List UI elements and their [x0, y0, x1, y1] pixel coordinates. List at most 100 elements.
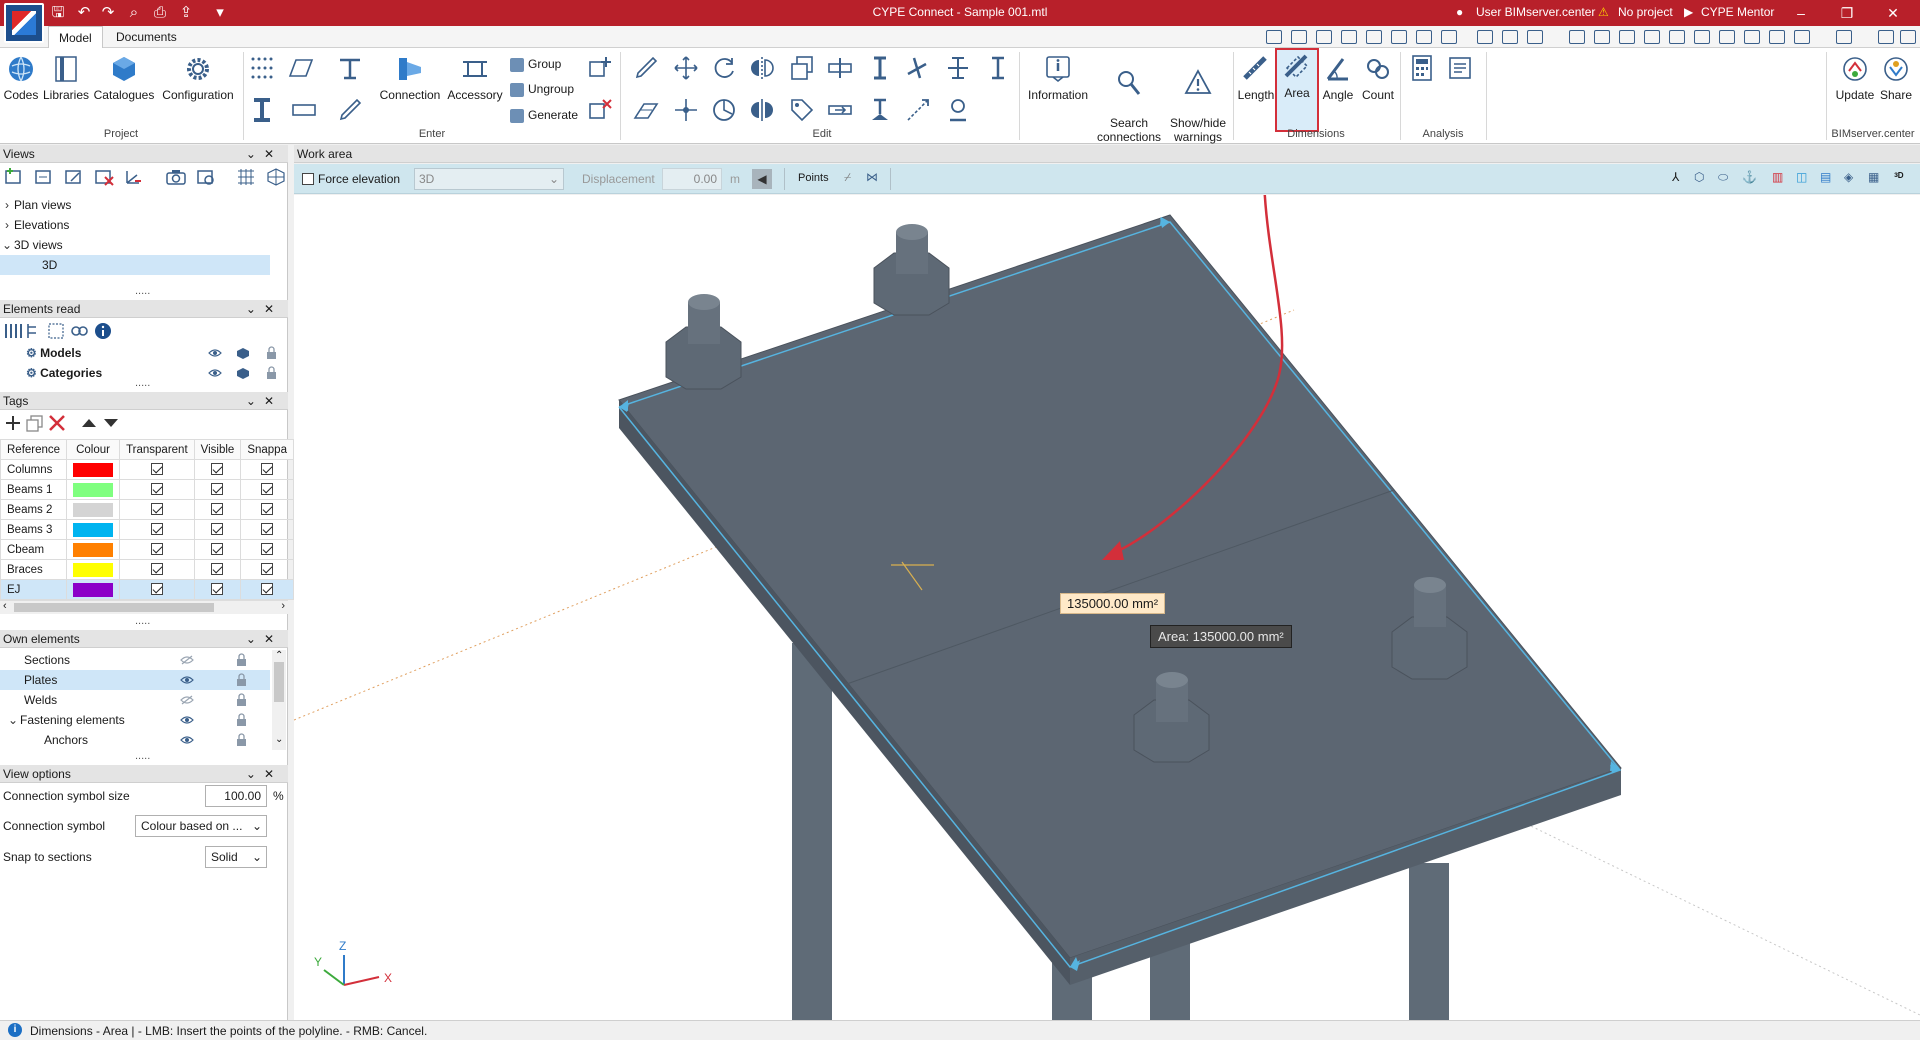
colour-swatch[interactable]	[73, 542, 114, 557]
force-elevation-checkbox[interactable]	[302, 173, 314, 185]
scroll-up-icon[interactable]: ⌃	[275, 650, 283, 661]
resize-handle[interactable]: .....	[135, 615, 150, 627]
edit-pencil-icon[interactable]	[632, 54, 660, 82]
panel-controls[interactable]: ⌄✕	[246, 392, 282, 410]
extend-icon[interactable]	[866, 54, 894, 82]
panel-controls[interactable]: ⌄✕	[246, 630, 282, 648]
angle-button[interactable]: Angle	[1318, 52, 1358, 124]
wireframe-icon[interactable]: ▦	[1868, 170, 1879, 184]
transparent-checkbox[interactable]	[150, 503, 163, 516]
visible-checkbox[interactable]	[211, 563, 224, 576]
rotate-icon[interactable]	[710, 54, 738, 82]
view-tool-icon[interactable]	[1644, 30, 1660, 44]
view-tool-icon[interactable]	[1569, 30, 1585, 44]
colour-swatch[interactable]	[73, 582, 114, 597]
snappable-checkbox[interactable]	[261, 503, 274, 516]
cube-icon[interactable]	[236, 367, 250, 379]
tree-item-models[interactable]: ⚙ Models	[0, 343, 270, 363]
length-button[interactable]: Length	[1236, 52, 1276, 124]
visible-checkbox[interactable]	[211, 463, 224, 476]
tree-item-plan-views[interactable]: › Plan views	[0, 195, 270, 215]
libraries-button[interactable]: Libraries	[42, 52, 90, 124]
codes-button[interactable]: Codes	[0, 52, 42, 124]
eye-hidden-icon[interactable]	[180, 655, 194, 665]
table-row[interactable]: Beams 2	[0, 499, 294, 520]
lock-icon[interactable]	[236, 693, 247, 706]
scroll-down-icon[interactable]: ⌄	[275, 734, 283, 745]
solid-icon[interactable]: ◈	[1844, 170, 1853, 184]
view-tool-icon[interactable]	[1669, 30, 1685, 44]
grid-icon[interactable]	[1594, 30, 1610, 44]
rotate-3d-icon[interactable]	[710, 96, 738, 124]
cube-icon[interactable]	[236, 347, 250, 359]
view-tool-icon[interactable]	[1794, 30, 1810, 44]
user-label[interactable]: User BIMserver.center	[1476, 5, 1595, 19]
eye-icon[interactable]	[180, 735, 194, 745]
pencil-icon[interactable]	[336, 96, 364, 124]
tab-model[interactable]: Model	[48, 26, 103, 48]
calculator-icon[interactable]	[1408, 54, 1436, 82]
tree-item-anchors[interactable]: Anchors	[0, 730, 270, 750]
horizontal-scrollbar[interactable]: ‹ ›	[0, 600, 288, 614]
section-icon[interactable]: ▥	[1772, 170, 1783, 184]
colour-swatch[interactable]	[73, 562, 114, 577]
lock-icon[interactable]	[266, 366, 277, 379]
col-visible[interactable]: Visible	[193, 439, 242, 460]
snappable-checkbox[interactable]	[261, 543, 274, 556]
columns-view-icon[interactable]	[2, 321, 22, 341]
camera-icon[interactable]	[165, 167, 187, 187]
visible-checkbox[interactable]	[211, 523, 224, 536]
generate-button[interactable]: Generate	[510, 105, 578, 125]
minimize-button[interactable]: –	[1778, 0, 1824, 26]
view-tool-icon[interactable]	[1366, 30, 1382, 44]
move-icon[interactable]	[672, 54, 700, 82]
view-tool-icon[interactable]	[1744, 30, 1760, 44]
area-button[interactable]: Area	[1275, 48, 1319, 132]
transparent-checkbox[interactable]	[150, 583, 163, 596]
add-view-icon[interactable]	[3, 167, 25, 187]
view-tool-icon[interactable]	[1477, 30, 1493, 44]
transparent-checkbox[interactable]	[150, 483, 163, 496]
move-up-icon[interactable]	[78, 413, 96, 433]
grid-points-icon[interactable]	[248, 54, 276, 82]
col-transparent[interactable]: Transparent	[119, 439, 195, 460]
delete-view-icon[interactable]	[93, 167, 115, 187]
trim-icon[interactable]	[904, 54, 932, 82]
resize-handle[interactable]: .....	[135, 285, 150, 297]
tag-icon[interactable]	[788, 96, 816, 124]
visible-checkbox[interactable]	[211, 483, 224, 496]
snap-midpoint-icon[interactable]: ⋈	[866, 170, 878, 184]
search-connections-button[interactable]: Search connections	[1094, 52, 1164, 144]
scroll-right-icon[interactable]: ›	[281, 600, 285, 612]
edit-view-icon[interactable]	[63, 167, 85, 187]
filter-icon[interactable]	[46, 321, 66, 341]
perspective-icon[interactable]: ⬭	[1718, 170, 1728, 185]
snap-select[interactable]: Solid ⌄	[205, 846, 267, 868]
scroll-left-icon[interactable]: ‹	[3, 600, 7, 612]
pan-icon[interactable]	[1391, 30, 1407, 44]
move-down-icon[interactable]	[100, 413, 118, 433]
colour-swatch[interactable]	[73, 522, 114, 537]
plate-icon[interactable]	[286, 54, 314, 82]
stretch-icon[interactable]	[944, 54, 972, 82]
grid-3d-icon[interactable]	[265, 167, 287, 187]
tag-colour-cell[interactable]	[66, 519, 121, 540]
view-tool-icon[interactable]	[1694, 30, 1710, 44]
lock-icon[interactable]	[236, 713, 247, 726]
tree-item-fastening-elements[interactable]: ⌄ Fastening elements	[0, 710, 270, 730]
tag-colour-cell[interactable]	[66, 479, 121, 500]
tree-item-3d[interactable]: 3D	[0, 255, 270, 275]
join-icon[interactable]	[826, 96, 854, 124]
transparent-checkbox[interactable]	[150, 463, 163, 476]
eye-icon[interactable]	[180, 715, 194, 725]
snappable-checkbox[interactable]	[261, 463, 274, 476]
vertical-scrollbar[interactable]: ⌃ ⌄	[272, 650, 286, 750]
assign-support-icon[interactable]	[866, 96, 894, 124]
visible-checkbox[interactable]	[211, 583, 224, 596]
orbit-icon[interactable]	[1416, 30, 1432, 44]
move-vertex-icon[interactable]	[672, 96, 700, 124]
close-button[interactable]: ✕	[1870, 0, 1916, 26]
capture-icon[interactable]	[195, 167, 217, 187]
snappable-checkbox[interactable]	[261, 523, 274, 536]
eye-icon[interactable]	[208, 348, 222, 358]
